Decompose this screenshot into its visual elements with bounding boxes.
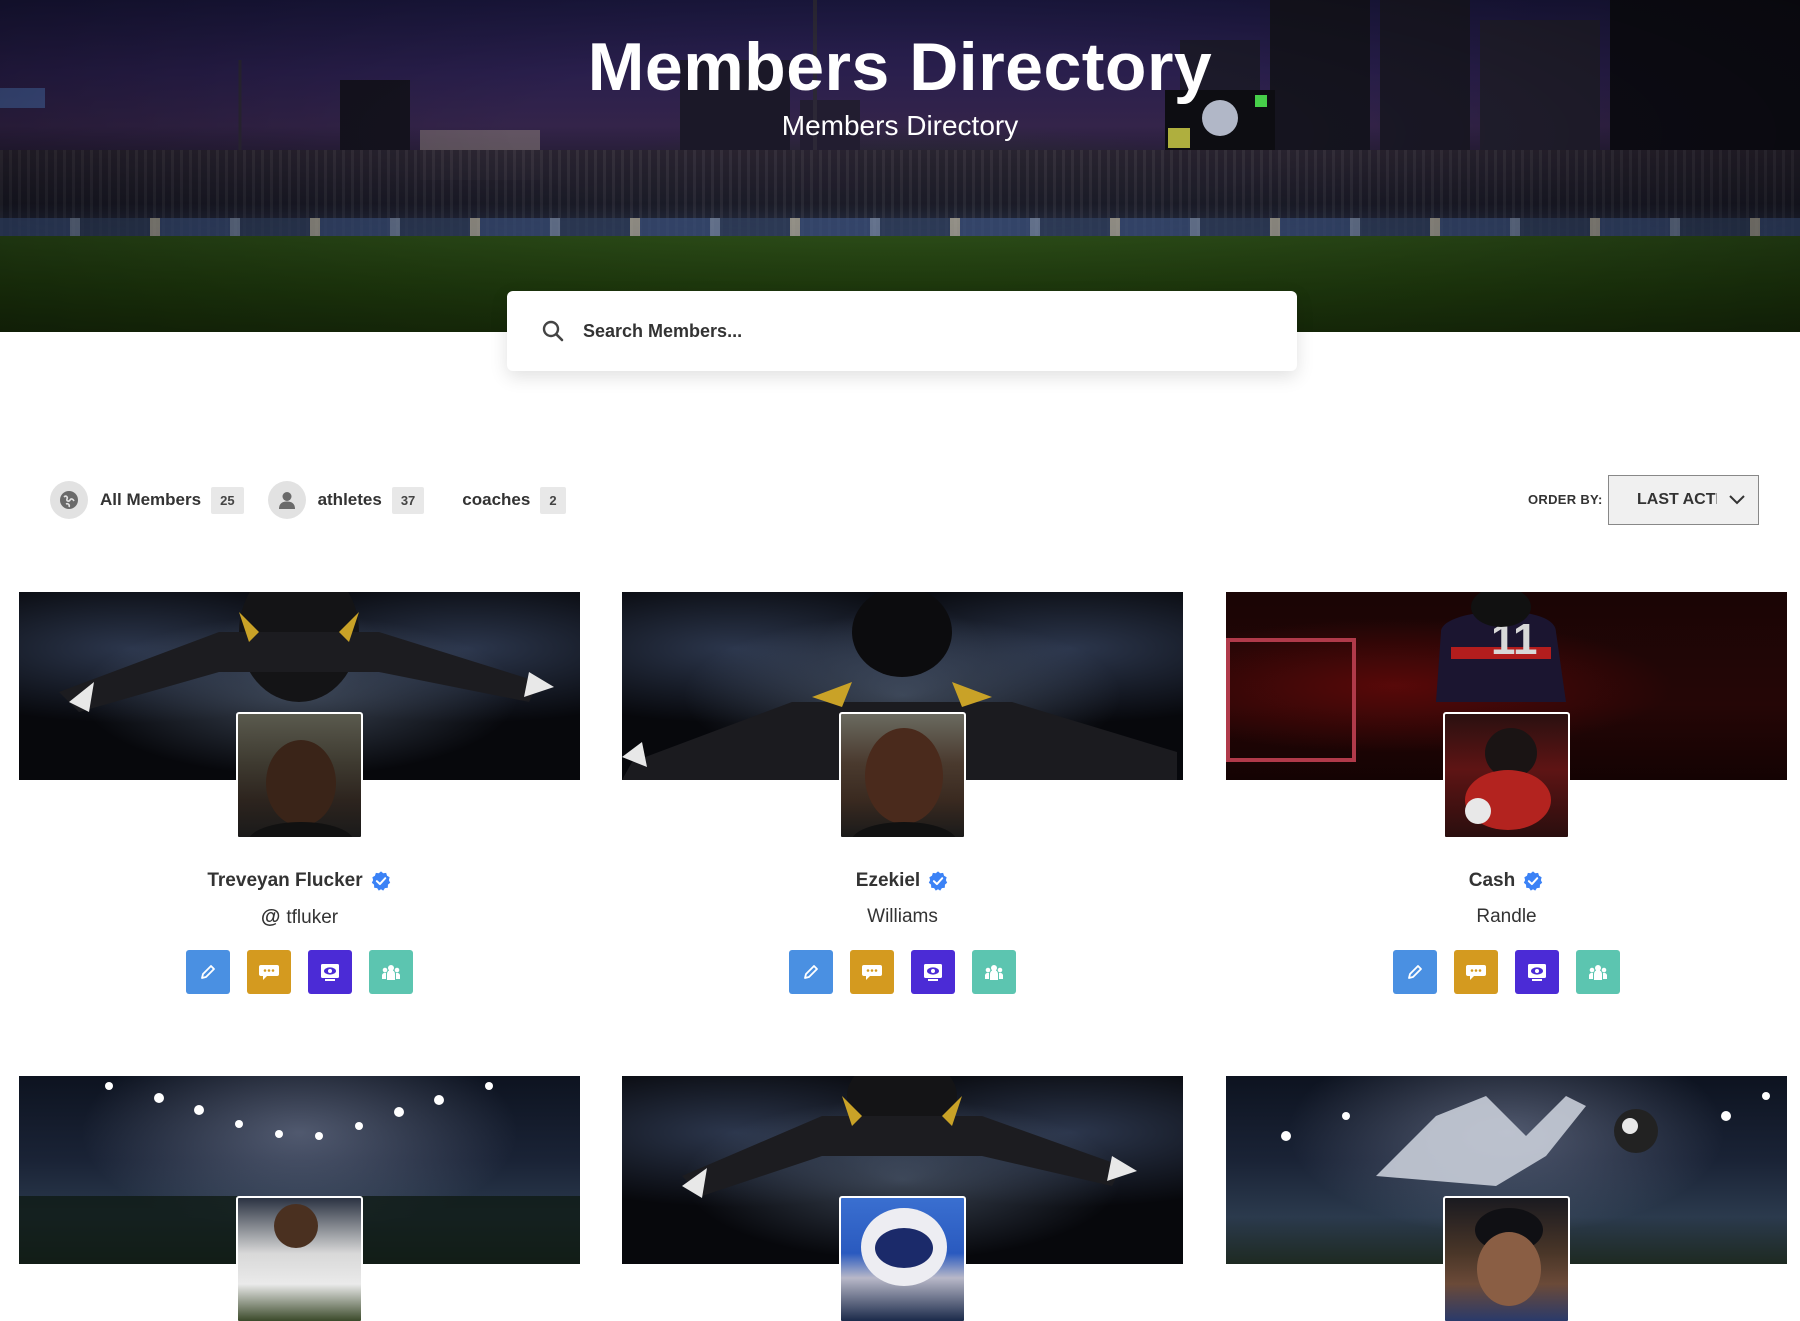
at-icon: @ (260, 906, 281, 928)
member-name-row: Treveyan Flucker (19, 870, 580, 892)
profile-view-icon (921, 960, 945, 984)
chevron-down-icon (1729, 495, 1745, 505)
member-name[interactable]: Ezekiel (856, 870, 920, 892)
verified-badge-icon (927, 870, 949, 892)
pencil-icon (801, 962, 821, 982)
pencil-icon (198, 962, 218, 982)
group-button[interactable] (1576, 950, 1620, 994)
member-subtitle-row: Randle (1226, 906, 1787, 928)
avatar[interactable] (236, 1196, 363, 1321)
member-handle: tfluker (286, 906, 339, 928)
page-title: Members Directory (587, 29, 1213, 105)
member-card: 11 Cash Randle (1226, 592, 1787, 1022)
member-card (19, 1076, 580, 1321)
member-type-tabs: All Members 25 athletes 37 coaches 2 (50, 478, 590, 522)
hero-banner: Members Directory Members Directory (0, 0, 1800, 332)
member-name[interactable]: Cash (1469, 870, 1515, 892)
member-card: Treveyan Flucker @ tfluker (19, 592, 580, 1022)
tab-all-members[interactable]: All Members 25 (50, 481, 244, 519)
chat-bubble-icon (1464, 960, 1488, 984)
member-actions (19, 950, 580, 994)
message-button[interactable] (247, 950, 291, 994)
member-card (622, 1076, 1183, 1321)
search-bar[interactable] (507, 291, 1297, 371)
member-last-name: Randle (1476, 906, 1537, 927)
tab-label: All Members (100, 490, 202, 509)
count-badge: 2 (540, 486, 566, 514)
group-button[interactable] (972, 950, 1016, 994)
tab-athletes[interactable]: athletes 37 (267, 481, 425, 519)
member-actions (1226, 950, 1787, 994)
tab-coaches[interactable]: coaches 2 (448, 486, 566, 514)
member-name-row: Ezekiel (622, 870, 1183, 892)
view-profile-button[interactable] (308, 950, 352, 994)
edit-button[interactable] (789, 950, 833, 994)
profile-view-icon (318, 960, 342, 984)
order-by-value: LAST ACTIVE (1637, 491, 1717, 508)
avatar[interactable] (839, 1196, 966, 1321)
avatar[interactable] (236, 712, 363, 839)
verified-badge-icon (370, 870, 392, 892)
member-card: Ezekiel Williams (622, 592, 1183, 1022)
message-button[interactable] (1454, 950, 1498, 994)
group-icon (982, 960, 1006, 984)
member-actions (622, 950, 1183, 994)
view-profile-button[interactable] (1515, 950, 1559, 994)
tab-label: coaches (462, 490, 531, 509)
member-name-row: Cash (1226, 870, 1787, 892)
order-by-select[interactable]: LAST ACTIVE (1608, 475, 1759, 525)
globe-icon (50, 481, 88, 519)
count-badge: 25 (211, 486, 244, 514)
page-subtitle: Members Directory (781, 110, 1019, 141)
member-card (1226, 1076, 1787, 1321)
count-badge: 37 (391, 486, 425, 514)
search-icon (542, 320, 564, 342)
profile-view-icon (1525, 960, 1549, 984)
chat-bubble-icon (257, 960, 281, 984)
avatar[interactable] (839, 712, 966, 839)
group-icon (379, 960, 403, 984)
avatar[interactable] (1443, 712, 1570, 839)
group-icon (1586, 960, 1610, 984)
avatar[interactable] (1443, 1196, 1570, 1321)
user-icon (267, 481, 306, 519)
verified-badge-icon (1522, 870, 1544, 892)
pencil-icon (1405, 962, 1425, 982)
group-button[interactable] (369, 950, 413, 994)
tab-label: athletes (317, 490, 382, 509)
edit-button[interactable] (186, 950, 230, 994)
member-subtitle-row: Williams (622, 906, 1183, 928)
view-profile-button[interactable] (911, 950, 955, 994)
message-button[interactable] (850, 950, 894, 994)
member-last-name: Williams (867, 906, 938, 927)
order-by-label: ORDER BY: (1528, 492, 1603, 507)
edit-button[interactable] (1393, 950, 1437, 994)
member-handle-row: @ tfluker (19, 906, 580, 929)
chat-bubble-icon (860, 960, 884, 984)
member-name[interactable]: Treveyan Flucker (207, 870, 362, 892)
search-input[interactable] (583, 320, 1263, 342)
